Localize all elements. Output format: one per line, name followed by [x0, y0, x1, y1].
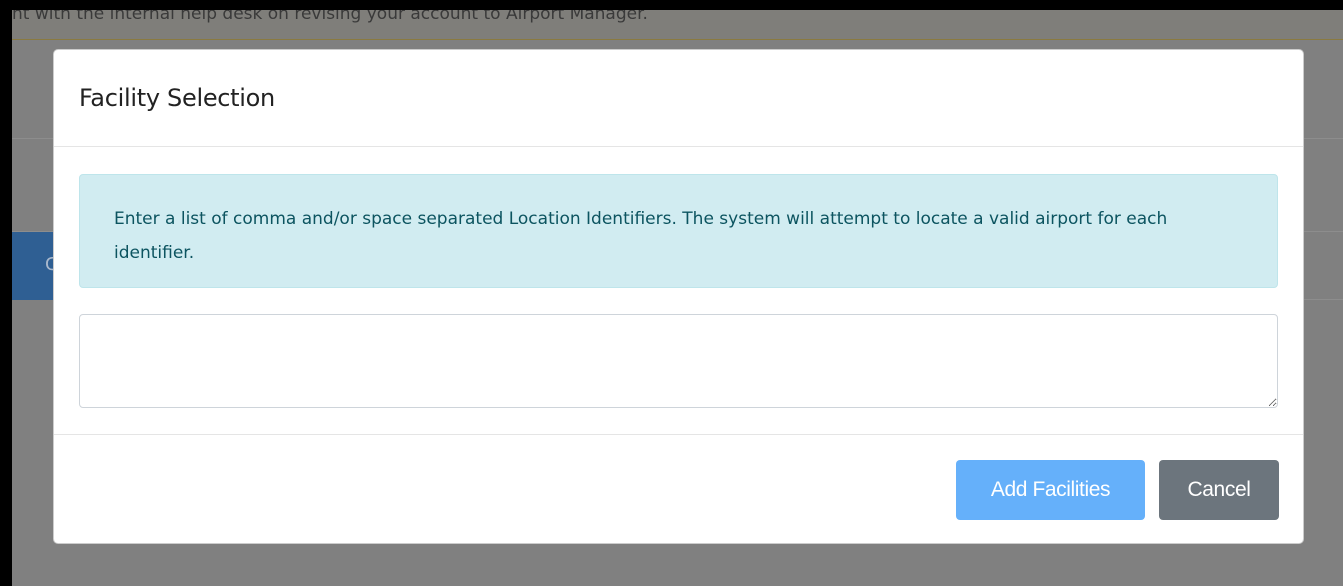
modal-title: Facility Selection: [79, 84, 275, 112]
notice-banner: nt with the internal help desk on revisi…: [12, 10, 1343, 40]
notice-banner-text: nt with the internal help desk on revisi…: [12, 10, 648, 24]
add-facilities-button[interactable]: Add Facilities: [956, 459, 1145, 520]
location-identifiers-input[interactable]: [79, 314, 1278, 408]
modal-footer: Add Facilities Cancel: [54, 435, 1303, 544]
modal-header: Facility Selection: [54, 50, 1303, 147]
info-alert: Enter a list of comma and/or space separ…: [79, 174, 1278, 288]
facility-selection-modal: Facility Selection Enter a list of comma…: [53, 49, 1304, 544]
cancel-button[interactable]: Cancel: [1159, 459, 1279, 520]
modal-body: Enter a list of comma and/or space separ…: [54, 147, 1303, 435]
